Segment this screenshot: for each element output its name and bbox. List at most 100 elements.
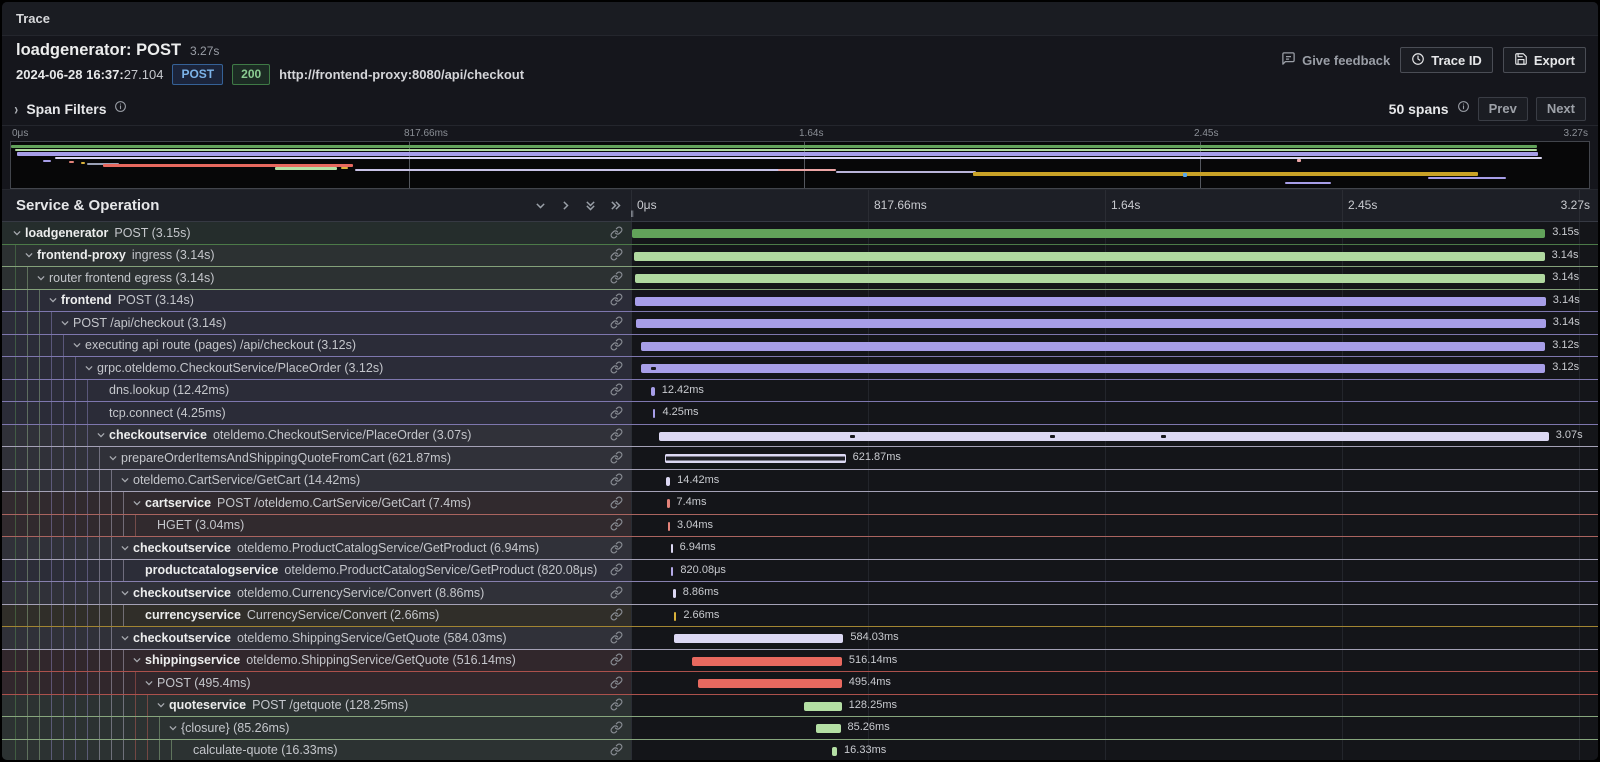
span-link-icon[interactable]: [610, 721, 624, 735]
expand-all-icon[interactable]: [607, 198, 623, 214]
prev-button[interactable]: Prev: [1478, 97, 1528, 121]
chevron-down-icon[interactable]: [120, 542, 130, 554]
span-link-icon[interactable]: [610, 608, 624, 622]
span-timeline-cell[interactable]: 8.86ms: [632, 582, 1598, 604]
trace-minimap[interactable]: 0μs817.66ms1.64s2.45s3.27s: [2, 126, 1598, 189]
span-bar[interactable]: [634, 252, 1544, 261]
span-name-cell[interactable]: quoteservicePOST /getquote (128.25ms): [2, 695, 632, 717]
span-name-cell[interactable]: frontendPOST (3.14s): [2, 290, 632, 312]
span-row[interactable]: frontendPOST (3.14s)3.14s: [2, 290, 1598, 313]
span-timeline-cell[interactable]: 4.25ms: [632, 402, 1598, 424]
next-button[interactable]: Next: [1536, 97, 1586, 121]
span-timeline-cell[interactable]: 3.15s: [632, 222, 1598, 244]
span-row[interactable]: shippingserviceoteldemo.ShippingService/…: [2, 650, 1598, 673]
chevron-down-icon[interactable]: [108, 452, 118, 464]
span-name-cell[interactable]: POST /api/checkout (3.14s): [2, 312, 632, 334]
span-timeline-cell[interactable]: 16.33ms: [632, 740, 1598, 761]
trace-id-button[interactable]: Trace ID: [1400, 47, 1493, 73]
span-link-icon[interactable]: [610, 653, 624, 667]
span-row[interactable]: executing api route (pages) /api/checkou…: [2, 335, 1598, 358]
span-bar[interactable]: [641, 364, 1545, 373]
span-row[interactable]: checkoutserviceoteldemo.ProductCatalogSe…: [2, 537, 1598, 560]
span-name-cell[interactable]: checkoutserviceoteldemo.CurrencyService/…: [2, 582, 632, 604]
span-name-cell[interactable]: dns.lookup (12.42ms): [2, 380, 632, 402]
span-bar[interactable]: [698, 679, 842, 688]
chevron-down-icon[interactable]: [84, 362, 94, 374]
chevron-down-icon[interactable]: [120, 587, 130, 599]
span-row[interactable]: oteldemo.CartService/GetCart (14.42ms)14…: [2, 470, 1598, 493]
span-link-icon[interactable]: [610, 248, 624, 262]
span-bar[interactable]: [673, 589, 676, 598]
span-name-cell[interactable]: router frontend egress (3.14s): [2, 267, 632, 289]
span-bar[interactable]: [651, 387, 655, 396]
span-timeline-cell[interactable]: 12.42ms: [632, 380, 1598, 402]
span-name-cell[interactable]: productcatalogserviceoteldemo.ProductCat…: [2, 560, 632, 582]
span-name-cell[interactable]: oteldemo.CartService/GetCart (14.42ms): [2, 470, 632, 492]
span-name-cell[interactable]: prepareOrderItemsAndShippingQuoteFromCar…: [2, 447, 632, 469]
chevron-down-icon[interactable]: [48, 294, 58, 306]
span-bar[interactable]: [816, 724, 841, 733]
span-name-cell[interactable]: checkoutserviceoteldemo.ProductCatalogSe…: [2, 537, 632, 559]
chevron-down-icon[interactable]: [144, 677, 154, 689]
span-name-cell[interactable]: frontend-proxyingress (3.14s): [2, 245, 632, 267]
chevron-down-icon[interactable]: [36, 272, 46, 284]
span-link-icon[interactable]: [610, 316, 624, 330]
span-timeline-cell[interactable]: 2.66ms: [632, 605, 1598, 627]
span-timeline-cell[interactable]: 820.08μs: [632, 560, 1598, 582]
span-bar[interactable]: [659, 432, 1549, 441]
span-link-icon[interactable]: [610, 698, 624, 712]
span-bar[interactable]: [636, 319, 1546, 328]
collapse-one-icon[interactable]: [532, 198, 548, 214]
span-link-icon[interactable]: [610, 406, 624, 420]
span-bar[interactable]: [832, 747, 837, 756]
span-link-icon[interactable]: [610, 631, 624, 645]
span-row[interactable]: prepareOrderItemsAndShippingQuoteFromCar…: [2, 447, 1598, 470]
chevron-down-icon[interactable]: [96, 429, 106, 441]
span-timeline-cell[interactable]: 14.42ms: [632, 470, 1598, 492]
export-button[interactable]: Export: [1503, 47, 1586, 73]
span-row[interactable]: checkoutserviceoteldemo.CheckoutService/…: [2, 425, 1598, 448]
span-link-icon[interactable]: [610, 518, 624, 532]
span-row[interactable]: frontend-proxyingress (3.14s)3.14s: [2, 245, 1598, 268]
span-row[interactable]: quoteservicePOST /getquote (128.25ms)128…: [2, 695, 1598, 718]
span-link-icon[interactable]: [610, 676, 624, 690]
span-row[interactable]: calculate-quote (16.33ms)16.33ms: [2, 740, 1598, 761]
span-timeline-cell[interactable]: 584.03ms: [632, 627, 1598, 649]
span-timeline-cell[interactable]: 85.26ms: [632, 717, 1598, 739]
span-link-icon[interactable]: [610, 473, 624, 487]
span-name-cell[interactable]: tcp.connect (4.25ms): [2, 402, 632, 424]
span-row[interactable]: cartservicePOST /oteldemo.CartService/Ge…: [2, 492, 1598, 515]
span-link-icon[interactable]: [610, 338, 624, 352]
chevron-down-icon[interactable]: [168, 722, 178, 734]
span-timeline-cell[interactable]: 516.14ms: [632, 650, 1598, 672]
span-timeline-cell[interactable]: 6.94ms: [632, 537, 1598, 559]
span-name-cell[interactable]: currencyserviceCurrencyService/Convert (…: [2, 605, 632, 627]
span-bar[interactable]: [674, 634, 843, 643]
span-name-cell[interactable]: cartservicePOST /oteldemo.CartService/Ge…: [2, 492, 632, 514]
span-row[interactable]: productcatalogserviceoteldemo.ProductCat…: [2, 560, 1598, 583]
span-row[interactable]: POST /api/checkout (3.14s)3.14s: [2, 312, 1598, 335]
span-filters-toggle[interactable]: › Span Filters: [14, 100, 127, 118]
span-row[interactable]: checkoutserviceoteldemo.ShippingService/…: [2, 627, 1598, 650]
span-timeline-cell[interactable]: 3.12s: [632, 357, 1598, 379]
span-bar[interactable]: [632, 229, 1545, 238]
span-timeline-cell[interactable]: 3.14s: [632, 312, 1598, 334]
span-name-cell[interactable]: {closure} (85.26ms): [2, 717, 632, 739]
chevron-down-icon[interactable]: [132, 654, 142, 666]
chevron-down-icon[interactable]: [60, 317, 70, 329]
chevron-down-icon[interactable]: [12, 227, 22, 239]
span-link-icon[interactable]: [610, 361, 624, 375]
span-link-icon[interactable]: [610, 451, 624, 465]
collapse-all-icon[interactable]: [582, 198, 598, 214]
span-name-cell[interactable]: checkoutserviceoteldemo.CheckoutService/…: [2, 425, 632, 447]
span-timeline-cell[interactable]: 7.4ms: [632, 492, 1598, 514]
span-link-icon[interactable]: [610, 293, 624, 307]
span-name-cell[interactable]: checkoutserviceoteldemo.ShippingService/…: [2, 627, 632, 649]
span-bar[interactable]: [671, 544, 673, 553]
span-row[interactable]: loadgeneratorPOST (3.15s)3.15s: [2, 222, 1598, 245]
span-timeline-cell[interactable]: 128.25ms: [632, 695, 1598, 717]
span-row[interactable]: currencyserviceCurrencyService/Convert (…: [2, 605, 1598, 628]
span-row[interactable]: POST (495.4ms)495.4ms: [2, 672, 1598, 695]
span-timeline-cell[interactable]: 3.04ms: [632, 515, 1598, 537]
span-timeline-cell[interactable]: 621.87ms: [632, 447, 1598, 469]
